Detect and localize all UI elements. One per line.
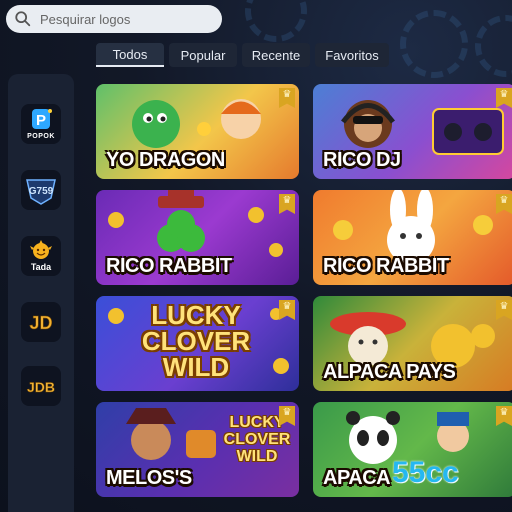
game-card-meloss[interactable]: LUCKY CLOVER WILD ♛ MELOS'S: [96, 402, 299, 497]
background-chip-decoration: [245, 0, 307, 42]
game-title: MELOS'S: [106, 467, 192, 489]
game-card-lucky-clover-wild[interactable]: LUCKY CLOVER WILD ♛: [96, 296, 299, 391]
provider-tada[interactable]: Tada: [21, 236, 61, 276]
game-title: RICO RABBIT: [106, 255, 232, 277]
provider-name: JDB: [27, 379, 55, 395]
tab-favoritos[interactable]: Favoritos: [315, 43, 389, 67]
provider-name: G759: [29, 186, 54, 197]
provider-name: Tada: [30, 262, 52, 272]
game-card-rico-rabbit[interactable]: ♛ RICO RABBIT: [313, 190, 512, 285]
provider-name: JD: [29, 313, 52, 333]
watermark-text: 55cc: [392, 456, 459, 489]
game-title: APACA: [323, 467, 391, 489]
game-art-text: LUCKY CLOVER WILD: [141, 300, 251, 382]
filter-tabs: Todos Popular Recente Favoritos: [96, 43, 389, 67]
background-chip-decoration: [400, 10, 468, 78]
provider-g759[interactable]: G759: [21, 170, 61, 210]
provider-sidebar: P POPOK G759 Tada JD JDB: [8, 74, 74, 512]
game-title: RICO DJ: [323, 149, 401, 171]
game-card-rico-dj[interactable]: ♛ RICO DJ: [313, 84, 512, 179]
game-card-rico-rabbit-clover[interactable]: ♛ RICO RABBIT: [96, 190, 299, 285]
provider-popok[interactable]: P POPOK: [21, 104, 61, 144]
tab-popular[interactable]: Popular: [169, 43, 237, 67]
provider-jdb[interactable]: JDB: [21, 366, 61, 406]
jdb-logo-icon: JDB: [27, 379, 56, 396]
popok-logo-icon: P: [32, 109, 52, 129]
jd-logo-icon: JD: [29, 313, 53, 334]
tab-todos[interactable]: Todos: [96, 43, 164, 67]
game-title: YO DRAGON: [106, 149, 225, 171]
tab-recente[interactable]: Recente: [242, 43, 310, 67]
tada-logo-icon: [30, 240, 52, 259]
game-title: ALPACA PAYS: [323, 361, 456, 383]
provider-name: POPOK: [27, 133, 55, 140]
svg-text:P: P: [36, 112, 46, 129]
search-icon: [15, 11, 31, 27]
g759-logo-icon: G759: [26, 179, 56, 205]
provider-jd[interactable]: JD: [21, 302, 61, 342]
search-input[interactable]: [38, 10, 212, 28]
game-card-alpaca-pays[interactable]: ♛ ALPACA PAYS: [313, 296, 512, 391]
background-chip-decoration: [475, 15, 512, 77]
game-title: RICO RABBIT: [323, 255, 449, 277]
game-card-yo-dragon[interactable]: ♛ YO DRAGON: [96, 84, 299, 179]
search-bar[interactable]: [6, 5, 222, 33]
